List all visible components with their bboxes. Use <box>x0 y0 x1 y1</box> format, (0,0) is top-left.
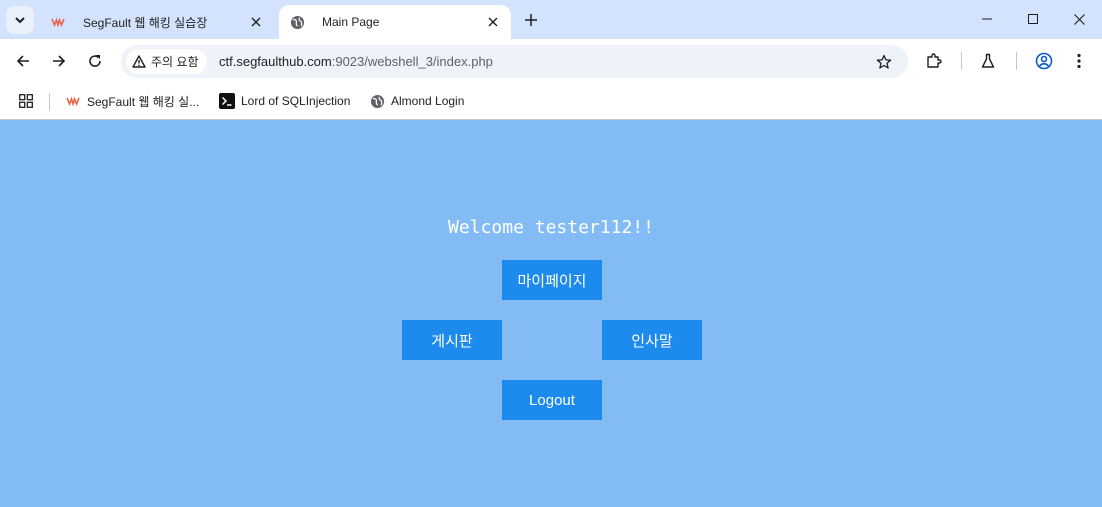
more-vert-icon <box>1077 53 1081 69</box>
bookmark-label: SegFault 웹 해킹 실... <box>87 94 200 109</box>
logout-button[interactable]: Logout <box>502 380 602 420</box>
address-bar[interactable]: 주의 요함 ctf.segfaulthub.com:9023/webshell_… <box>121 45 908 78</box>
window-close-button[interactable] <box>1056 0 1102 38</box>
welcome-message: Welcome tester112!! <box>448 217 654 238</box>
warning-icon <box>132 55 146 69</box>
bookmark-label: Almond Login <box>391 94 465 108</box>
apps-grid-icon <box>19 94 33 108</box>
globe-icon <box>289 14 305 30</box>
security-label: 주의 요함 <box>151 55 199 69</box>
site-security-chip[interactable]: 주의 요함 <box>126 49 207 74</box>
tab-title: SegFault 웹 해킹 실습장 <box>83 15 208 30</box>
plus-icon <box>525 14 537 26</box>
tab-title: Main Page <box>322 15 380 29</box>
bookmark-lord-of-sqlinjection[interactable]: Lord of SQLInjection <box>219 91 350 111</box>
toolbar-divider <box>961 52 962 70</box>
mypage-button[interactable]: 마이페이지 <box>502 260 602 300</box>
close-icon[interactable] <box>485 14 501 30</box>
account-circle-icon <box>1035 52 1053 70</box>
page-content: Welcome tester112!! 마이페이지 게시판 인사말 Logout <box>0 120 1102 507</box>
tab-strip: SegFault 웹 해킹 실습장 Main Page <box>0 0 1102 39</box>
arrow-left-icon <box>16 55 29 67</box>
bookmark-star-button[interactable] <box>869 47 899 77</box>
reload-button[interactable] <box>80 46 110 76</box>
minimize-button[interactable] <box>964 0 1010 38</box>
menu-button[interactable] <box>1064 46 1094 76</box>
board-button[interactable]: 게시판 <box>402 320 502 360</box>
new-tab-button[interactable] <box>520 9 542 31</box>
url-path: :9023/webshell_3/index.php <box>331 54 493 69</box>
bookmark-almond-login[interactable]: Almond Login <box>369 91 464 111</box>
maximize-icon <box>1028 14 1038 24</box>
back-button[interactable] <box>8 46 38 76</box>
forward-button[interactable] <box>44 46 74 76</box>
labs-button[interactable] <box>973 46 1003 76</box>
tab-search-button[interactable] <box>6 6 34 34</box>
close-icon[interactable] <box>248 14 264 30</box>
chevron-down-icon <box>15 17 25 24</box>
globe-icon <box>369 93 385 109</box>
bookmark-label: Lord of SQLInjection <box>241 94 351 108</box>
puzzle-icon <box>927 53 942 68</box>
bookmarks-divider <box>49 93 50 111</box>
minimize-icon <box>982 18 992 20</box>
flask-icon <box>981 53 995 68</box>
reload-icon <box>89 55 101 67</box>
bookmarks-bar: SegFault 웹 해킹 실... Lord of SQLInjection … <box>0 84 1102 120</box>
bookmark-segfault[interactable]: SegFault 웹 해킹 실... <box>65 91 199 111</box>
tab-main-page[interactable]: Main Page <box>279 5 511 39</box>
segfault-logo-icon <box>65 93 81 109</box>
apps-button[interactable] <box>19 91 33 111</box>
toolbar-divider <box>1016 52 1017 70</box>
segfault-logo-icon <box>50 14 66 30</box>
greeting-button[interactable]: 인사말 <box>602 320 702 360</box>
url-text[interactable]: ctf.segfaulthub.com:9023/webshell_3/inde… <box>219 54 493 69</box>
extensions-button[interactable] <box>919 46 949 76</box>
arrow-right-icon <box>53 55 66 67</box>
maximize-button[interactable] <box>1010 0 1056 38</box>
profile-button[interactable] <box>1029 46 1059 76</box>
star-icon <box>876 54 892 69</box>
tab-segfault[interactable]: SegFault 웹 해킹 실습장 <box>40 5 274 39</box>
url-host: ctf.segfaulthub.com <box>219 54 332 69</box>
browser-toolbar: 주의 요함 ctf.segfaulthub.com:9023/webshell_… <box>0 39 1102 84</box>
close-icon <box>1073 13 1085 25</box>
terminal-icon <box>219 93 235 109</box>
